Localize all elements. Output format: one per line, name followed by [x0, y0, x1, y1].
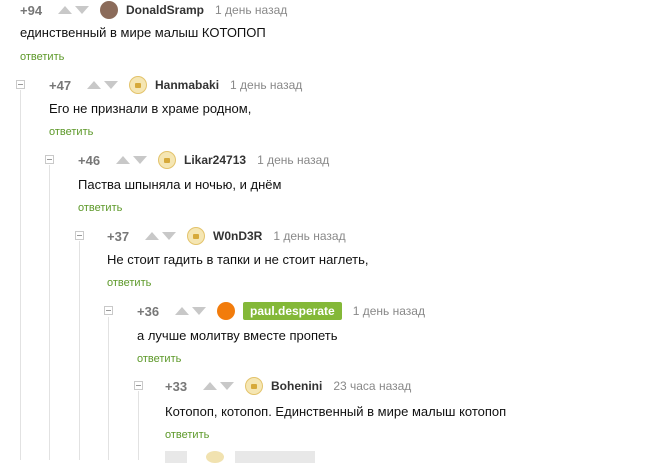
comment-author[interactable]: Bohenini	[271, 379, 322, 393]
upvote-icon[interactable]	[175, 307, 189, 315]
comment-text: Его не признали в храме родном,	[49, 101, 252, 116]
comment-time[interactable]: 1 день назад	[353, 304, 425, 318]
comment-text: Не стоит гадить в тапки и не стоит нагле…	[107, 252, 369, 267]
truncated-comment-author	[235, 451, 315, 463]
comment-author[interactable]: Hanmabaki	[155, 78, 219, 92]
comment-author[interactable]: DonaldSramp	[126, 3, 204, 17]
vote-controls	[145, 232, 179, 240]
comment-rating: +33	[165, 378, 188, 394]
default-avatar[interactable]	[158, 151, 176, 169]
upvote-icon[interactable]	[203, 382, 217, 390]
upvote-icon[interactable]	[145, 232, 159, 240]
thread-line	[79, 241, 80, 460]
downvote-icon[interactable]	[220, 382, 234, 390]
thread-line	[49, 165, 50, 460]
downvote-icon[interactable]	[133, 156, 147, 164]
comment-rating: +46	[78, 152, 101, 168]
upvote-icon[interactable]	[116, 156, 130, 164]
collapse-icon[interactable]	[75, 231, 84, 240]
orange-avatar[interactable]	[217, 302, 235, 320]
thread-line	[108, 317, 109, 460]
vote-controls	[116, 156, 150, 164]
reply-button[interactable]: ответить	[20, 51, 64, 63]
comment-header: +37 W0nD3R 1 день назад	[107, 226, 346, 246]
downvote-icon[interactable]	[192, 307, 206, 315]
downvote-icon[interactable]	[104, 81, 118, 89]
reply-button[interactable]: ответить	[165, 429, 209, 441]
collapse-icon[interactable]	[104, 306, 113, 315]
comment-time[interactable]: 1 день назад	[257, 153, 329, 167]
truncated-comment-avatar	[206, 451, 224, 463]
comment-rating: +94	[20, 2, 43, 18]
upvote-icon[interactable]	[58, 6, 72, 14]
comment-header: +94 DonaldSramp 1 день назад	[20, 0, 287, 20]
collapse-icon[interactable]	[16, 80, 25, 89]
collapse-icon[interactable]	[45, 155, 54, 164]
reply-button[interactable]: ответить	[78, 202, 122, 214]
photo-avatar[interactable]	[100, 1, 118, 19]
collapse-icon[interactable]	[134, 381, 143, 390]
comment-author[interactable]: W0nD3R	[213, 229, 262, 243]
comment-author[interactable]: Likar24713	[184, 153, 246, 167]
downvote-icon[interactable]	[162, 232, 176, 240]
reply-button[interactable]: ответить	[49, 126, 93, 138]
comment-header: +33 Bohenini 23 часа назад	[165, 376, 411, 396]
comment-header: +36 paul.desperate 1 день назад	[137, 301, 425, 321]
comment-header: +46 Likar24713 1 день назад	[78, 150, 329, 170]
thread-line	[20, 90, 21, 460]
comment-text: Паства шпыняла и ночью, и днём	[78, 177, 282, 192]
comment-time[interactable]: 1 день назад	[273, 229, 345, 243]
upvote-icon[interactable]	[87, 81, 101, 89]
comment-text: а лучше молитву вместе пропеть	[137, 328, 338, 343]
truncated-comment-rating	[165, 451, 187, 463]
vote-controls	[203, 382, 237, 390]
comment-text: единственный в мире малыш КОТОПОП	[20, 25, 266, 40]
comment-header: +47 Hanmabaki 1 день назад	[49, 75, 302, 95]
thread-line	[138, 391, 139, 460]
vote-controls	[87, 81, 121, 89]
comment-author[interactable]: paul.desperate	[243, 302, 342, 320]
vote-controls	[175, 307, 209, 315]
default-avatar[interactable]	[187, 227, 205, 245]
comment-rating: +36	[137, 303, 160, 319]
comment-text: Котопоп, котопоп. Единственный в мире ма…	[165, 404, 507, 419]
comment-time[interactable]: 1 день назад	[230, 78, 302, 92]
default-avatar[interactable]	[129, 76, 147, 94]
comment-rating: +47	[49, 77, 72, 93]
comment-time[interactable]: 1 день назад	[215, 3, 287, 17]
downvote-icon[interactable]	[75, 6, 89, 14]
reply-button[interactable]: ответить	[107, 277, 151, 289]
default-avatar[interactable]	[245, 377, 263, 395]
vote-controls	[58, 6, 92, 14]
comment-rating: +37	[107, 228, 130, 244]
comment-time[interactable]: 23 часа назад	[333, 379, 411, 393]
reply-button[interactable]: ответить	[137, 353, 181, 365]
